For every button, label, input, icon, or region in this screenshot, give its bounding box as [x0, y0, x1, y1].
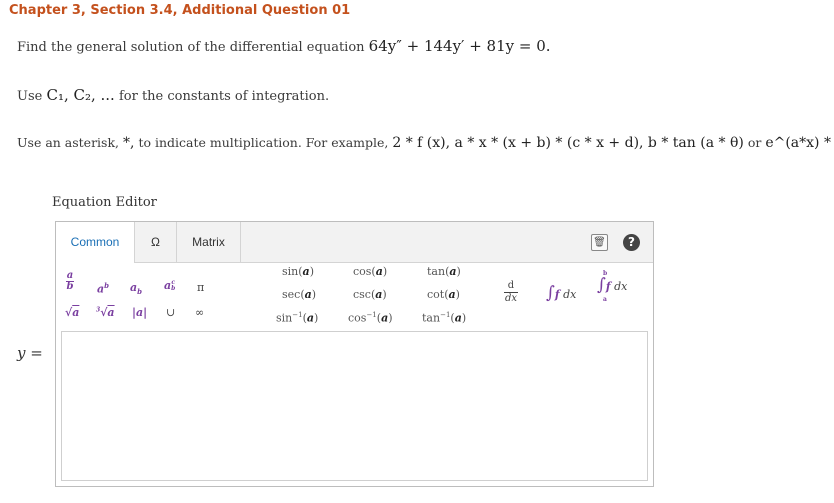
tab-greek[interactable]: Ω — [135, 222, 177, 262]
cot-button[interactable]: cot(a) — [427, 288, 460, 301]
csc-button[interactable]: csc(a) — [353, 288, 387, 301]
sec-button[interactable]: sec(a) — [282, 288, 316, 301]
cube-root-button[interactable]: 3√a — [96, 306, 115, 319]
subscript-button[interactable]: ab — [130, 281, 142, 296]
asterisk-symbol: *, — [123, 135, 135, 151]
sin-button[interactable]: sin(a) — [282, 265, 314, 278]
answer-input[interactable] — [61, 331, 648, 481]
question-line-3: Use an asterisk, *, to indicate multipli… — [17, 135, 834, 151]
cos-button[interactable]: cos(a) — [353, 265, 387, 278]
differential-equation: 64y″ + 144y′ + 81y = 0. — [368, 37, 551, 55]
asterisk-mid: to indicate multiplication. For example, — [138, 135, 389, 150]
pi-button[interactable]: π — [197, 281, 204, 294]
symbol-palette: ab √a ab 3√a ab |a| ac b ∪ π ∞ sin(a) cos… — [56, 263, 653, 329]
arccos-button[interactable]: cos−1(a) — [348, 311, 393, 325]
constants-math: C₁, C₂, ... — [46, 86, 115, 104]
trash-icon[interactable]: 🗑 — [591, 234, 608, 251]
tab-matrix[interactable]: Matrix — [177, 222, 241, 262]
question-text: Find the general solution of the differe… — [17, 40, 365, 55]
sub-super-button[interactable]: ac b — [164, 279, 175, 292]
derivative-button[interactable]: d dx — [504, 280, 518, 304]
question-line-2: Use C₁, C₂, ... for the constants of int… — [17, 86, 329, 104]
answer-label: y = — [17, 344, 43, 362]
fraction-button[interactable]: ab — [66, 271, 74, 292]
constants-prefix: Use — [17, 89, 43, 104]
integral-button[interactable]: ∫f dx — [546, 283, 576, 303]
constants-suffix: for the constants of integration. — [118, 89, 330, 104]
infinity-button[interactable]: ∞ — [195, 306, 204, 319]
equation-editor-label: Equation Editor — [52, 195, 157, 210]
arctan-button[interactable]: tan−1(a) — [422, 311, 466, 325]
example-or: or — [747, 135, 762, 150]
tan-button[interactable]: tan(a) — [427, 265, 461, 278]
union-button[interactable]: ∪ — [166, 306, 175, 319]
example-math: 2 * f (x), a * x * (x + b) * (c * x + d)… — [392, 135, 744, 151]
definite-integral-button[interactable]: ∫ b a f dx — [597, 270, 627, 303]
tab-common[interactable]: Common — [56, 222, 135, 263]
asterisk-prefix: Use an asterisk, — [17, 135, 120, 150]
sqrt-button[interactable]: √a — [65, 306, 79, 319]
abs-button[interactable]: |a| — [132, 306, 147, 319]
equation-editor: Common Ω Matrix 🗑 ? ab √a ab 3√a ab |a| … — [55, 221, 654, 487]
example-math-tail: e^(a*x) * b. — [765, 135, 834, 151]
arcsin-button[interactable]: sin−1(a) — [276, 311, 318, 325]
help-icon[interactable]: ? — [623, 234, 640, 251]
power-button[interactable]: ab — [97, 281, 109, 296]
chapter-title: Chapter 3, Section 3.4, Additional Quest… — [9, 3, 351, 18]
editor-tabbar: Common Ω Matrix 🗑 ? — [56, 222, 653, 263]
question-line-1: Find the general solution of the differe… — [17, 37, 551, 55]
